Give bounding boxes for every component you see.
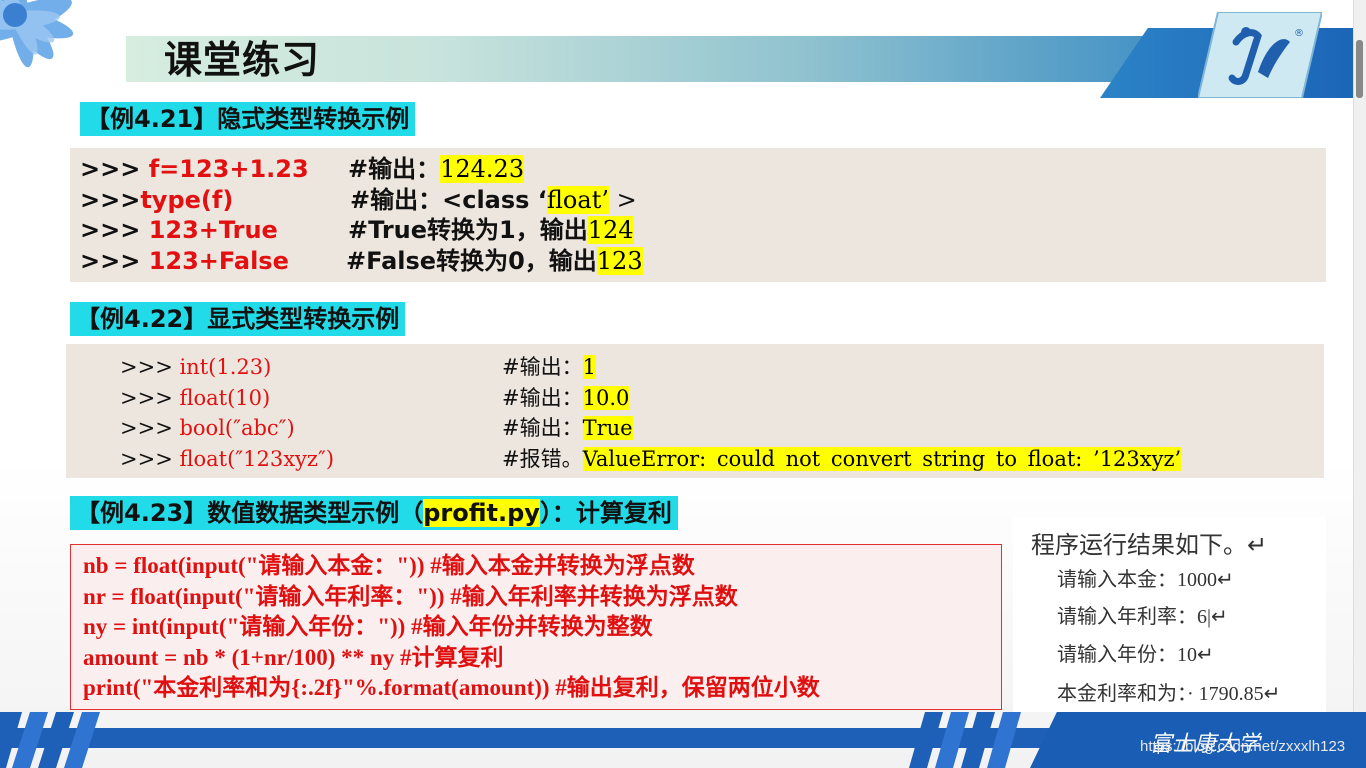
comment-text: #输出： <box>502 355 583 379</box>
comment-text: #True转换为1，输出 <box>348 216 588 244</box>
code-text: type(f) <box>140 186 234 214</box>
code-text: int(1.23) <box>179 355 272 379</box>
prompt: >>> <box>120 355 180 379</box>
output-line: 本金利率和为：· 1790.85↵ <box>1057 683 1281 705</box>
prompt: >>> <box>80 247 149 275</box>
result-highlight: 124.23 <box>440 155 525 183</box>
output-line: 请输入本金：1000↵ <box>1057 569 1234 591</box>
code-line: >>> float(10) <box>120 383 270 413</box>
heading-text: ）：计算复利 <box>539 499 672 527</box>
example-4-22-code-block: >>> int(1.23) #输出：1 >>> float(10) #输出：10… <box>66 344 1324 478</box>
prompt: >>> <box>120 386 180 410</box>
result-highlight: 1 <box>582 355 596 379</box>
code-line: >>> f=123+1.23 <box>80 154 309 184</box>
code-line: >>> int(1.23) <box>120 352 271 382</box>
code-text: float(″123xyz″) <box>179 447 335 471</box>
result-highlight: 123 <box>596 247 643 275</box>
result-highlight: 124 <box>587 216 634 244</box>
comment-text: #输出： <box>502 386 583 410</box>
code-text: 123+False <box>148 247 289 275</box>
vertical-scrollbar[interactable] <box>1353 0 1366 768</box>
watermark-url: https://blog.csdn.net/zxxxlh123 <box>1140 738 1346 755</box>
code-line: >>> 123+False <box>80 246 289 276</box>
footer-stripes-middle <box>909 712 1021 768</box>
code-line: amount = nb * (1+nr/100) ** ny #计算复利 <box>83 645 504 670</box>
code-text: 123+True <box>148 216 278 244</box>
comment-text: #输出： <box>348 155 441 183</box>
prompt: >>> <box>120 416 180 440</box>
code-line: >>> bool(″abc″) <box>120 413 295 443</box>
code-line: >>> 123+True <box>80 215 278 245</box>
code-text: bool(″abc″) <box>179 416 295 440</box>
code-line: nb = float(input("请输入本金：")) #输入本金并转换为浮点数 <box>83 553 695 578</box>
example-4-22-heading: 【例4.22】显式类型转换示例 <box>70 302 406 336</box>
code-line: nr = float(input("请输入年利率：")) #输入年利率并转换为浮… <box>83 584 738 609</box>
example-4-23-heading: 【例4.23】数值数据类型示例（profit.py）：计算复利 <box>70 496 678 530</box>
code-line: ny = int(input("请输入年份：")) #输入年份并转换为整数 <box>83 614 653 639</box>
result-highlight: ValueError: could not convert string to … <box>582 447 1182 471</box>
comment-text: #输出： <box>502 416 583 440</box>
example-4-21-code-block: >>> f=123+1.23 #输出：124.23 >>>type(f) #输出… <box>70 148 1326 282</box>
result-highlight: float’ <box>546 186 609 214</box>
comment-text: #输出：<class ‘ <box>350 186 547 214</box>
example-4-23-code-block: nb = float(input("请输入本金：")) #输入本金并转换为浮点数… <box>70 544 1002 710</box>
result-highlight: 10.0 <box>582 386 630 410</box>
filename-highlight: profit.py <box>423 499 540 527</box>
footer-stripes-left <box>0 712 100 768</box>
comment-suffix: > <box>608 186 637 214</box>
svg-text:®: ® <box>1294 28 1304 39</box>
example-4-21-heading: 【例4.21】隐式类型转换示例 <box>80 102 416 136</box>
code-line: print("本金利率和为{:.2f}"%.format(amount)) #输… <box>83 675 820 700</box>
prompt: >>> <box>80 186 141 214</box>
decorative-flower-image <box>0 0 74 68</box>
code-comment: #输出：True <box>502 413 633 443</box>
code-text: float(10) <box>179 386 271 410</box>
code-comment: #输出：<class ‘float’ > <box>350 185 637 215</box>
output-heading: 程序运行结果如下。↵ <box>1031 533 1268 559</box>
university-logo-icon: ® <box>1198 12 1322 98</box>
code-comment: #False转换为0，输出123 <box>346 246 643 276</box>
code-comment: #输出：124.23 <box>348 154 525 184</box>
output-line: 请输入年利率：6|↵ <box>1057 606 1228 628</box>
result-highlight: True <box>582 416 633 440</box>
code-line: >>>type(f) <box>80 185 233 215</box>
code-comment: #输出：1 <box>502 352 596 382</box>
page-title: 课堂练习 <box>164 38 321 82</box>
prompt: >>> <box>80 155 149 183</box>
code-comment: #输出：10.0 <box>502 383 630 413</box>
code-line: >>> float(″123xyz″) <box>120 444 334 474</box>
comment-text: #False转换为0，输出 <box>346 247 597 275</box>
output-line: 请输入年份：10↵ <box>1057 644 1214 666</box>
code-comment: #True转换为1，输出124 <box>348 215 634 245</box>
code-text: f=123+1.23 <box>148 155 309 183</box>
prompt: >>> <box>120 447 180 471</box>
code-comment: #报错。ValueError: could not convert string… <box>502 444 1182 474</box>
program-output-panel: 程序运行结果如下。↵ 请输入本金：1000↵ 请输入年利率：6|↵ 请输入年份：… <box>1013 517 1326 712</box>
prompt: >>> <box>80 216 149 244</box>
comment-text: #报错。 <box>502 447 583 471</box>
heading-text: 【例4.23】数值数据类型示例（ <box>76 499 424 527</box>
scrollbar-thumb[interactable] <box>1356 40 1363 98</box>
